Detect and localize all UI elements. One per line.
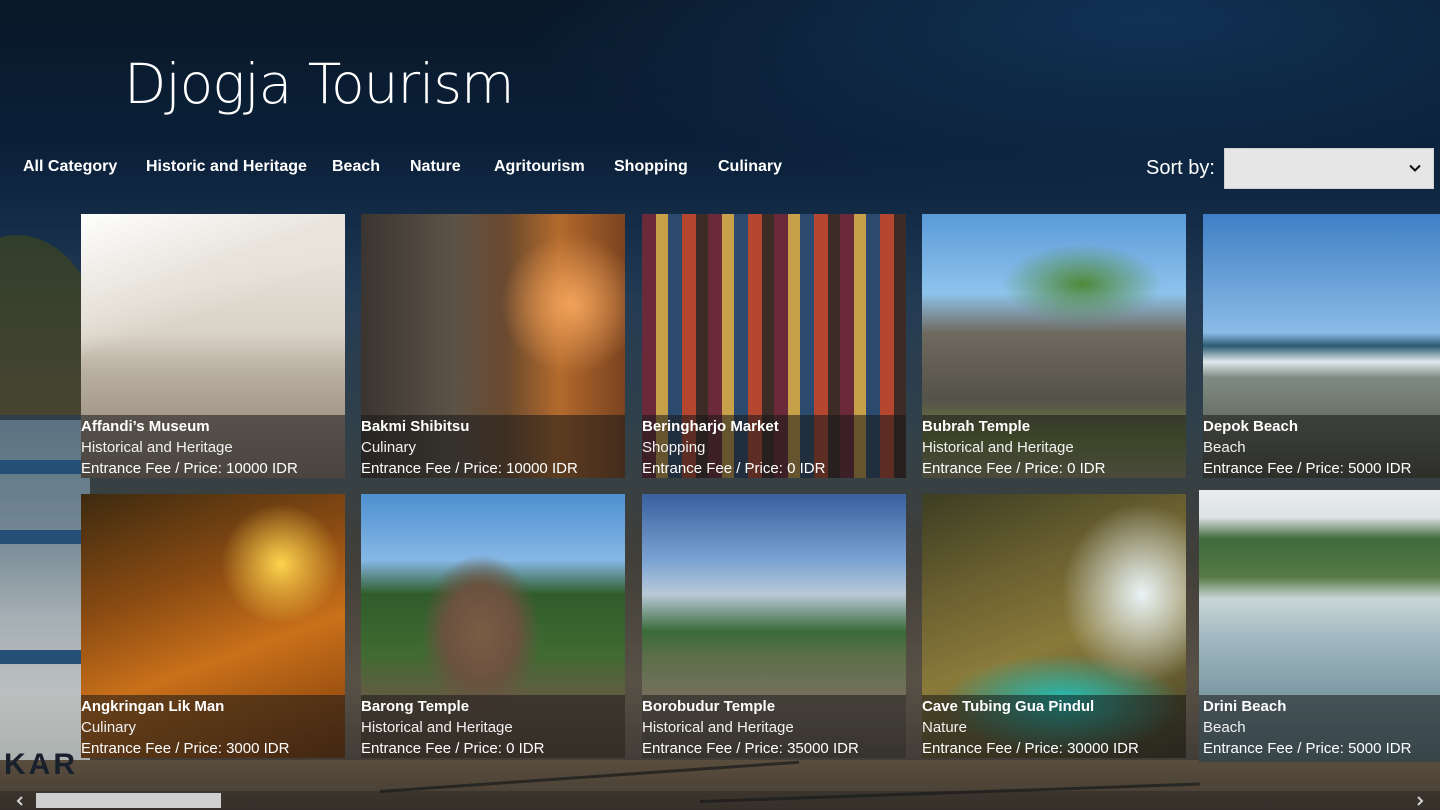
place-category: Beach (1203, 719, 1246, 736)
horizontal-scrollbar[interactable] (0, 791, 1440, 810)
place-tile[interactable]: Barong Temple Historical and Heritage En… (361, 494, 625, 758)
place-caption: Bakmi Shibitsu Culinary Entrance Fee / P… (361, 415, 625, 478)
place-category: Shopping (642, 439, 706, 456)
place-category: Beach (1203, 439, 1246, 456)
place-caption: Barong Temple Historical and Heritage En… (361, 695, 625, 758)
place-tile[interactable]: Angkringan Lik Man Culinary Entrance Fee… (81, 494, 345, 758)
place-category: Culinary (361, 439, 417, 456)
category-beach[interactable]: Beach (332, 158, 380, 176)
place-category: Culinary (81, 719, 137, 736)
sort-label: Sort by: (1146, 157, 1215, 179)
category-culinary[interactable]: Culinary (718, 158, 782, 176)
place-tile[interactable]: Affandi’s Museum Historical and Heritage… (81, 214, 345, 478)
sort-dropdown[interactable] (1224, 148, 1434, 189)
category-shopping[interactable]: Shopping (614, 158, 688, 176)
place-tile[interactable]: Beringharjo Market Shopping Entrance Fee… (642, 214, 906, 478)
place-caption: Affandi’s Museum Historical and Heritage… (81, 415, 345, 478)
place-name: Beringharjo Market (642, 418, 779, 435)
place-category: Nature (922, 719, 968, 736)
place-caption: Cave Tubing Gua Pindul Nature Entrance F… (922, 695, 1186, 758)
place-price: Entrance Fee / Price: 10000 IDR (81, 460, 298, 477)
place-tile[interactable]: Drini Beach Beach Entrance Fee / Price: … (1199, 490, 1440, 762)
place-tile[interactable]: Cave Tubing Gua Pindul Nature Entrance F… (922, 494, 1186, 758)
place-caption: Bubrah Temple Historical and Heritage En… (922, 415, 1186, 478)
place-caption: Borobudur Temple Historical and Heritage… (642, 695, 906, 758)
place-name: Barong Temple (361, 698, 470, 715)
place-price: Entrance Fee / Price: 0 IDR (922, 460, 1106, 477)
scrollbar-thumb[interactable] (36, 793, 221, 808)
place-price: Entrance Fee / Price: 30000 IDR (922, 740, 1139, 757)
place-price: Entrance Fee / Price: 5000 IDR (1203, 740, 1412, 757)
place-tile[interactable]: Borobudur Temple Historical and Heritage… (642, 494, 906, 758)
place-name: Depok Beach (1203, 418, 1299, 435)
place-category: Historical and Heritage (81, 439, 233, 456)
place-price: Entrance Fee / Price: 3000 IDR (81, 740, 290, 757)
place-name: Drini Beach (1203, 698, 1287, 715)
place-name: Borobudur Temple (642, 698, 776, 715)
app-title: Djogja Tourism (124, 52, 515, 116)
category-agritourism[interactable]: Agritourism (494, 158, 585, 176)
category-nature[interactable]: Nature (410, 158, 461, 176)
place-tile[interactable]: Depok Beach Beach Entrance Fee / Price: … (1203, 214, 1440, 478)
place-category: Historical and Heritage (642, 719, 794, 736)
arrow-left-icon[interactable] (14, 795, 26, 807)
place-price: Entrance Fee / Price: 10000 IDR (361, 460, 578, 477)
place-caption: Angkringan Lik Man Culinary Entrance Fee… (81, 695, 345, 758)
chevron-down-icon (1409, 164, 1421, 172)
place-price: Entrance Fee / Price: 35000 IDR (642, 740, 859, 757)
category-all[interactable]: All Category (23, 158, 117, 176)
place-price: Entrance Fee / Price: 0 IDR (361, 740, 545, 757)
place-caption: Beringharjo Market Shopping Entrance Fee… (642, 415, 906, 478)
place-name: Bubrah Temple (922, 418, 1031, 435)
place-category: Historical and Heritage (922, 439, 1074, 456)
place-tile[interactable]: Bakmi Shibitsu Culinary Entrance Fee / P… (361, 214, 625, 478)
place-price: Entrance Fee / Price: 5000 IDR (1203, 460, 1412, 477)
arrow-right-icon[interactable] (1414, 795, 1426, 807)
place-tile[interactable]: Bubrah Temple Historical and Heritage En… (922, 214, 1186, 478)
place-name: Bakmi Shibitsu (361, 418, 470, 435)
place-name: Cave Tubing Gua Pindul (922, 698, 1095, 715)
place-name: Affandi’s Museum (81, 418, 210, 435)
place-caption: Depok Beach Beach Entrance Fee / Price: … (1203, 415, 1440, 478)
place-name: Angkringan Lik Man (81, 698, 225, 715)
category-historic-heritage[interactable]: Historic and Heritage (146, 158, 307, 176)
place-caption: Drini Beach Beach Entrance Fee / Price: … (1199, 695, 1440, 762)
place-price: Entrance Fee / Price: 0 IDR (642, 460, 826, 477)
place-category: Historical and Heritage (361, 719, 513, 736)
